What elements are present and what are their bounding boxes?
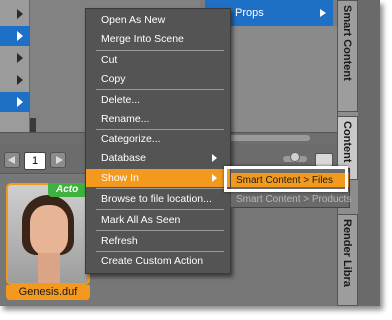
menu-item-cut[interactable]: Cut (86, 51, 230, 69)
menu-item-mark-all-as-seen[interactable]: Mark All As Seen (86, 211, 230, 229)
menu-item-merge-into-scene[interactable]: Merge Into Scene (86, 30, 230, 48)
callout-highlight-box (224, 166, 348, 192)
tree-row[interactable] (0, 48, 30, 68)
menu-separator (96, 209, 224, 210)
slider-knob[interactable] (290, 152, 300, 162)
submenu-arrow-icon (212, 154, 217, 162)
menu-item-show-in[interactable]: Show In (86, 169, 230, 187)
page-number-field[interactable]: 1 (24, 152, 46, 170)
tab-label: Content (341, 121, 353, 163)
menu-item-delete[interactable]: Delete... (86, 91, 230, 109)
next-page-button[interactable] (50, 152, 66, 168)
menu-item-create-custom-action[interactable]: Create Custom Action (86, 252, 230, 270)
submenu-item-smart-content-products[interactable]: Smart Content > Products (236, 193, 351, 207)
expand-arrow-icon[interactable] (17, 31, 23, 41)
tab-render-library[interactable]: Render Libra (337, 214, 358, 306)
tab-smart-content[interactable]: Smart Content (337, 0, 358, 112)
folder-item-label: Props (235, 7, 264, 19)
menu-item-categorize[interactable]: Categorize... (86, 130, 230, 148)
tree-row[interactable] (0, 70, 30, 90)
tab-bar-edge (358, 0, 380, 306)
arrow-left-icon (8, 156, 15, 164)
menu-item-open-as-new[interactable]: Open As New (86, 11, 230, 29)
prev-page-button[interactable] (4, 152, 20, 168)
asset-thumbnail[interactable] (6, 183, 90, 285)
tree-row-selected[interactable] (0, 26, 30, 46)
tab-label: Smart Content (341, 5, 353, 81)
menu-separator (96, 230, 224, 231)
figure-face (30, 205, 68, 257)
menu-item-refresh[interactable]: Refresh (86, 232, 230, 250)
chevron-right-icon[interactable] (320, 9, 326, 17)
tree-row[interactable] (0, 4, 30, 24)
menu-item-database[interactable]: Database (86, 149, 230, 167)
menu-item-copy[interactable]: Copy (86, 70, 230, 88)
figure-neck (38, 253, 60, 283)
arrow-right-icon (56, 156, 63, 164)
asset-caption[interactable]: Genesis.duf (6, 285, 90, 300)
expand-arrow-icon[interactable] (17, 9, 23, 19)
view-mode-button[interactable] (315, 153, 333, 167)
menu-item-browse-to-file-location[interactable]: Browse to file location... (86, 190, 230, 208)
submenu-arrow-icon (212, 174, 217, 182)
asset-type-badge: Acto (48, 183, 90, 197)
tab-label: Render Libra (341, 219, 353, 287)
menu-separator (96, 89, 224, 90)
splitter-handle[interactable] (30, 118, 36, 132)
expand-arrow-icon[interactable] (17, 53, 23, 63)
expand-arrow-icon[interactable] (17, 97, 23, 107)
menu-item-rename[interactable]: Rename... (86, 110, 230, 128)
expand-arrow-icon[interactable] (17, 75, 23, 85)
tree-row-selected[interactable] (0, 92, 30, 112)
menu-separator (96, 188, 224, 189)
